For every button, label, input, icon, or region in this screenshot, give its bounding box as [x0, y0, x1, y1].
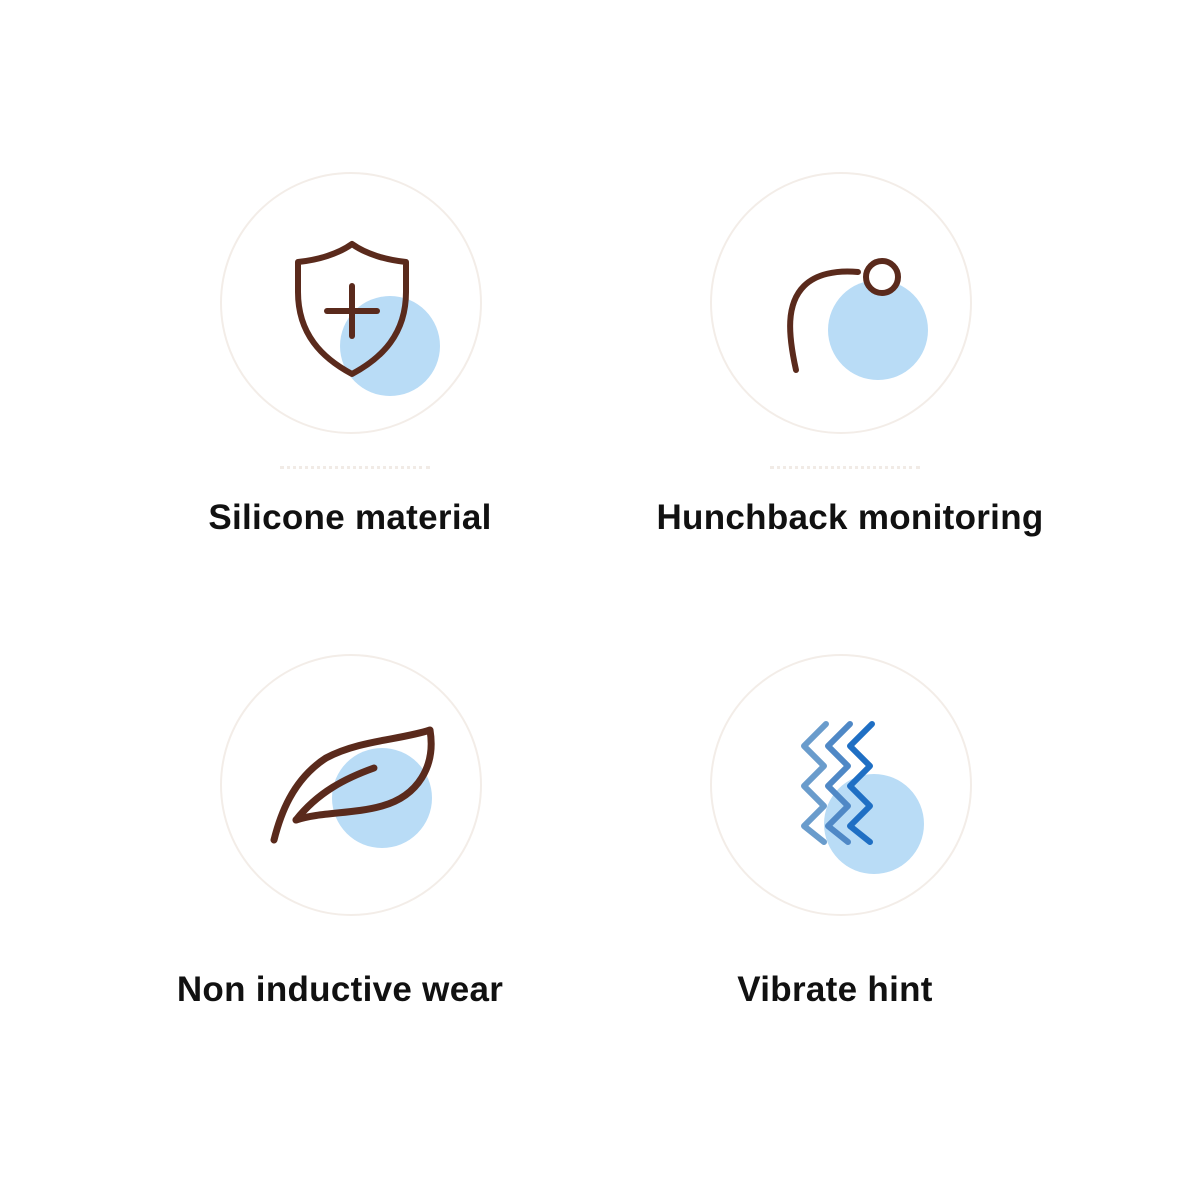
feature-label: Vibrate hint — [737, 970, 933, 1009]
icon-circle — [220, 172, 482, 434]
vibration-waves-icon — [801, 721, 924, 874]
feature-hunchback-monitoring: Hunchback monitoring — [600, 170, 1100, 590]
feature-silicone-material: Silicone material — [100, 170, 600, 590]
feature-label: Hunchback monitoring — [656, 498, 1044, 537]
decorative-divider — [280, 466, 430, 473]
feature-non-inductive-wear: Non inductive wear — [90, 654, 590, 1074]
feature-label: Silicone material — [208, 498, 492, 537]
icon-circle — [710, 172, 972, 434]
feature-vibrate-hint: Vibrate hint — [585, 654, 1085, 1074]
decorative-divider — [770, 466, 920, 473]
leaf-icon — [270, 726, 435, 848]
icon-circle — [220, 654, 482, 916]
feature-label: Non inductive wear — [176, 970, 504, 1009]
posture-curve-icon — [787, 258, 928, 380]
shield-plus-icon — [295, 241, 440, 396]
icon-circle — [710, 654, 972, 916]
